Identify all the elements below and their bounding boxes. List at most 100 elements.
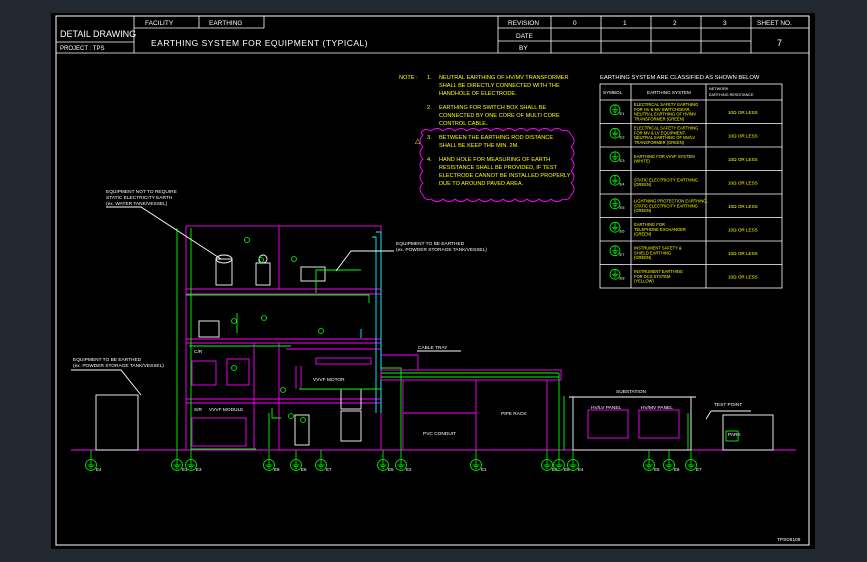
- revision-3: 3: [723, 20, 727, 27]
- earth-symbol-label: E5: [388, 467, 394, 472]
- earth-symbol-label: E6: [620, 229, 626, 234]
- equipment-earth-point-icon: [288, 413, 294, 419]
- note-3-line: BETWEEN THE EARTHING ROD DISTANCE: [439, 135, 553, 141]
- earth-symbol-label: E5: [620, 205, 626, 210]
- equipment-earth-point-icon: [231, 365, 237, 371]
- drawing-sheet: DETAIL DRAWING PROJECT : TPS FACILITY EA…: [51, 13, 815, 549]
- earth-electrode-icon: E7: [685, 459, 702, 472]
- earth-symbol-label: E4: [578, 467, 584, 472]
- revision-1: 1: [623, 20, 627, 27]
- drawing-border: [55, 15, 810, 546]
- table-cell-resistance: 10Ω OR LESS: [728, 227, 758, 232]
- table-row: E2ELECTRICAL SAFETY EARTHINGFOR MV & LV …: [609, 126, 758, 145]
- earth-electrode-icon: E4: [567, 459, 584, 472]
- table-cell-resistance: 10Ω OR LESS: [728, 110, 758, 115]
- note-1-line: NEUTRAL EARTHING OF HV/MV TRANSFORMER: [439, 75, 569, 81]
- earth-symbol-label: E1: [182, 467, 188, 472]
- table-header-symbol: SYMBOL: [603, 90, 623, 95]
- notes-heading: NOTE :: [399, 75, 418, 81]
- earth-electrode-icon: E3: [609, 151, 626, 163]
- table-cell-system: (GREEN): [634, 255, 652, 260]
- note-2-num: 2.: [427, 105, 432, 111]
- equip-not-req-label: EQUIPMENT NOT TO REQUIRE: [106, 189, 177, 195]
- revision-2: 2: [673, 20, 677, 27]
- equipment-earth-point-icon: [261, 315, 267, 321]
- sheet-no: 7: [777, 38, 782, 48]
- revision-triangle-icon: △: [415, 138, 421, 145]
- earth-electrode-icon: E7: [315, 459, 332, 472]
- equipment-earth-point-icon: [244, 237, 250, 243]
- hvlv-panel-label: HV/LV PANEL: [591, 405, 622, 411]
- table-row: E4STATIC ELECTRICITY EARTHING(GREEN) 10Ω …: [609, 174, 758, 187]
- earth-electrode-icon: E4: [609, 174, 626, 187]
- earth-symbol-label: E7: [620, 252, 626, 257]
- table-cell-system: (GREEN): [634, 208, 652, 213]
- earth-symbol-label: E8: [564, 467, 570, 472]
- equip-earth-right-label: EQUIPMENT TO BE EARTHED: [396, 241, 465, 247]
- table-cell-resistance: 10Ω OR LESS: [728, 180, 758, 185]
- table-header-resistance: NETWORK: [709, 87, 729, 91]
- notes: NOTE : 1. NEUTRAL EARTHING OF HV/MV TRAN…: [399, 75, 571, 187]
- table-cell-resistance: 10Ω OR LESS: [728, 157, 758, 162]
- substation: [569, 396, 774, 451]
- earth-symbol-label: E4: [96, 467, 102, 472]
- table-cell-system: TRANSFORMER (GREEN): [634, 140, 685, 145]
- pipes: [360, 231, 382, 413]
- table-cell-resistance: 10Ω OR LESS: [728, 274, 758, 279]
- note-4-line: RESISTANCE SHALL BE PROVIDED, IF TEST: [439, 165, 558, 171]
- table-row: E1ELECTRICAL SAFETY EARTHINGFOR HV & MV …: [609, 102, 758, 121]
- earth-electrode-icon: E6: [290, 459, 307, 472]
- earth-electrode-icon: E1: [609, 104, 625, 116]
- earth-symbol-label: E1: [481, 467, 487, 472]
- date-label: DATE: [516, 33, 534, 40]
- sr-label: S/R: [194, 407, 203, 413]
- table-cell-system: (GREEN): [634, 182, 652, 187]
- equip-earth-left-label: EQUIPMENT TO BE EARTHED: [73, 357, 142, 363]
- revision-label: REVISION: [508, 20, 539, 27]
- table-row: E8INSTRUMENT EARTHINGFOR DCS SYSTEM(YELL…: [609, 268, 758, 284]
- earth-electrode-icon: E2: [395, 459, 412, 472]
- vvvf-motor-label: VVVF MOTOR: [313, 377, 345, 383]
- earth-symbol-label: E8: [620, 276, 626, 281]
- note-2-line: CONNECTED BY ONE CORE OF MULTI CORE: [439, 113, 560, 119]
- table-row: E3EARTHING FOR VVVF SYSTEM(WHITE) 10Ω OR …: [609, 151, 758, 164]
- earth-symbol-label: E5: [552, 467, 558, 472]
- equip-earth-right-label: (ex. POWDER STORAGE TANK/VESSEL): [396, 247, 487, 253]
- pipe-rack: [380, 354, 562, 450]
- earth-symbol-label: E3: [620, 158, 626, 163]
- earth-symbol-label: E6: [301, 467, 307, 472]
- equipment-earth-point-icon: [291, 256, 297, 262]
- table-row: E7INSTRUMENT SAFETY &SHIELD EARTHING(GRE…: [609, 245, 758, 260]
- drawing-title: EARTHING SYSTEM FOR EQUIPMENT (TYPICAL): [151, 38, 368, 48]
- earth-electrode-icon: E5: [377, 459, 394, 472]
- equipment-earth-point-icon: [300, 417, 306, 423]
- table-header-system: EARTHING SYSTEM: [647, 90, 691, 95]
- vvvf-module-label: VVVF MODULE: [209, 407, 243, 413]
- table-header-resistance: EARTHING RESISTANCE: [709, 93, 754, 97]
- earth-electrode-icon: E8: [609, 268, 626, 281]
- main-building: [185, 225, 382, 451]
- table-cell-system: (YELLOW): [634, 279, 654, 284]
- earth-electrode-icon: E7: [609, 245, 626, 257]
- earth-symbol-label: E7: [326, 467, 332, 472]
- earth-symbol-label: E2: [406, 467, 412, 472]
- table-cell-resistance: 10Ω OR LESS: [728, 204, 758, 209]
- pvc-conduit-label: PVC CONDUIT: [423, 431, 456, 437]
- equipment-earth-point-icon: [280, 387, 286, 393]
- drawing-code: TPSD6109: [777, 537, 801, 543]
- hvmv-panel-label: HV/MV PANEL: [641, 405, 673, 411]
- earth-symbol-label: E4: [620, 182, 626, 187]
- note-1-num: 1.: [427, 75, 432, 81]
- note-2-line: EARTHING FOR SWITCH BOX SHALL BE: [439, 105, 547, 111]
- note-4-line: HAND HOLE FOR MEASURING OF EARTH: [439, 157, 550, 163]
- detail-drawing-label: DETAIL DRAWING: [60, 29, 136, 39]
- drawing-canvas: DETAIL DRAWING PROJECT : TPS FACILITY EA…: [55, 15, 810, 546]
- equipment-earth-point-icon: [318, 328, 324, 334]
- cr-label: C/R: [194, 349, 203, 355]
- sheet-no-label: SHEET NO.: [757, 20, 792, 27]
- earth-electrode-icon: E5: [643, 459, 660, 472]
- earth-electrode-icon: E2: [609, 127, 625, 140]
- table-row: E6EARTHING FORTELEPHONE EXCHANGER(GREEN)…: [609, 221, 758, 237]
- revision-0: 0: [573, 20, 577, 27]
- note-1-line: SHALL BE DIRECTLY CONNECTED WITH THE: [439, 83, 560, 89]
